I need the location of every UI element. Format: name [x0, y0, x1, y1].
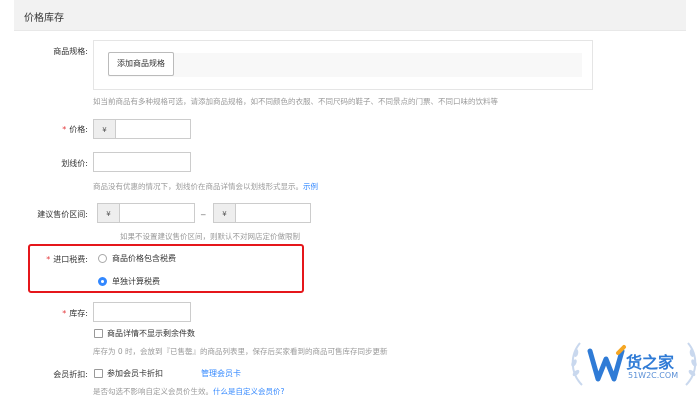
currency-prefix: ¥ — [213, 203, 235, 223]
import-tax-label: * 进口税费: — [46, 255, 88, 264]
list-price-help: 商品没有优惠的情况下，划线价在商品详情会以划线形式显示。示例 — [93, 182, 318, 191]
stock-label: * 库存: — [62, 309, 88, 318]
suggested-max-input[interactable] — [235, 203, 311, 223]
list-price-label: 划线价: — [61, 159, 88, 168]
spec-help: 如当前商品有多种规格可选，请添加商品规格，如不同颜色的衣服、不同尺码的鞋子、不同… — [93, 97, 498, 106]
manage-member-card-link[interactable]: 管理会员卡 — [201, 368, 241, 379]
price-label: * 价格: — [62, 125, 88, 134]
watermark-url: 51W2C.COM — [628, 371, 679, 380]
member-discount-checkbox-label[interactable]: 参加会员卡折扣 — [107, 368, 163, 379]
spec-label: 商品规格: — [53, 47, 88, 56]
example-link[interactable]: 示例 — [303, 182, 318, 191]
tax-included-radio[interactable] — [98, 254, 107, 263]
watermark-logo: 货之家 51W2C.COM — [568, 335, 700, 403]
hide-remaining-label[interactable]: 商品详情不显示剩余件数 — [107, 328, 195, 339]
hide-remaining-checkbox[interactable] — [94, 329, 103, 338]
spec-inner-area — [108, 53, 582, 77]
member-discount-checkbox[interactable] — [94, 369, 103, 378]
member-discount-label: 会员折扣: — [53, 370, 88, 379]
currency-prefix: ¥ — [97, 203, 119, 223]
tax-included-label[interactable]: 商品价格包含税费 — [112, 253, 176, 264]
range-separator: _ — [201, 206, 206, 216]
custom-member-price-link[interactable]: 什么是自定义会员价? — [213, 387, 284, 396]
section-title: 价格库存 — [24, 13, 64, 24]
list-price-input[interactable] — [93, 152, 191, 172]
suggested-min-group: ¥ — [97, 203, 195, 223]
member-discount-help: 是否勾选不影响自定义会员价生效。什么是自定义会员价? — [93, 387, 285, 396]
tax-separate-label[interactable]: 单独计算税费 — [112, 276, 160, 287]
stock-input[interactable] — [93, 302, 191, 322]
highlight-box — [28, 244, 304, 293]
suggested-max-group: ¥ — [213, 203, 311, 223]
section-header: 价格库存 — [14, 0, 686, 31]
suggested-price-label: 建议售价区间: — [37, 210, 88, 219]
price-input-group: ¥ — [93, 119, 191, 139]
currency-prefix: ¥ — [93, 119, 115, 139]
suggested-min-input[interactable] — [119, 203, 195, 223]
add-spec-button[interactable]: 添加商品规格 — [108, 52, 174, 76]
tax-separate-radio[interactable] — [98, 277, 107, 286]
stock-help: 库存为 0 时，会放到『已售罄』的商品列表里，保存后买家看到的商品可售库存同步更… — [93, 347, 388, 356]
suggested-price-help: 如果不设置建议售价区间，则默认不对网店定价做限制 — [120, 232, 300, 241]
price-input[interactable] — [115, 119, 191, 139]
watermark-brand: 货之家 — [626, 353, 675, 372]
